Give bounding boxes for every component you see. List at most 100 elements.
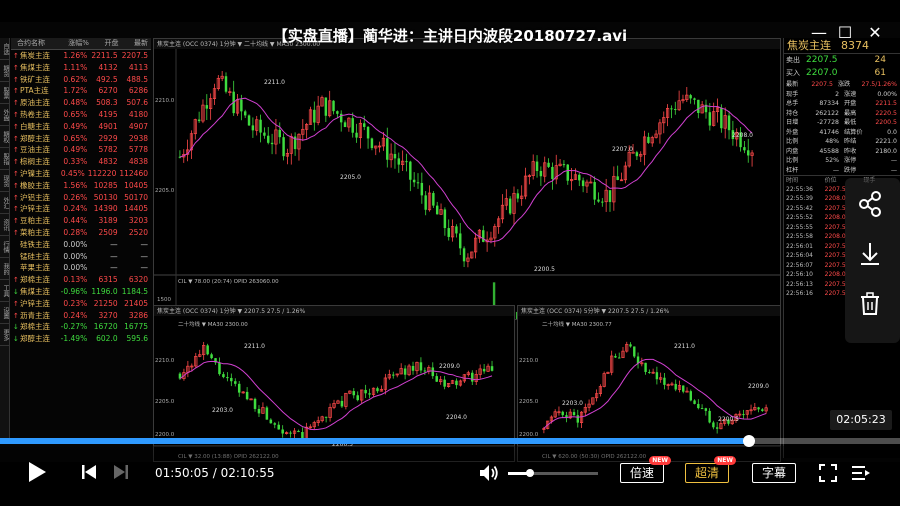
main-candlestick-chart[interactable]: 2211.0 2200.5 2205.0 2208.0 2207.0 2210.0 2205… bbox=[154, 39, 781, 320]
volume-slider[interactable] bbox=[508, 469, 598, 477]
left-tab[interactable]: 更多 bbox=[0, 324, 10, 346]
left-tab[interactable]: 设置 bbox=[0, 302, 10, 324]
watchlist-row[interactable]: 硅铁主连 0.00% — — bbox=[11, 239, 151, 251]
watchlist-row[interactable]: ↑焦炭主连 1.26% 2211.5 2207.5 bbox=[11, 50, 151, 62]
playlist-icon[interactable] bbox=[851, 463, 871, 487]
open-price: 1196.0 bbox=[91, 286, 118, 296]
watchlist-row[interactable]: ↑热卷主连 0.65% 4195 4180 bbox=[11, 109, 151, 121]
bid-label: 买入 bbox=[786, 69, 800, 77]
candle-body bbox=[297, 430, 300, 433]
left-tab[interactable]: 外盘 bbox=[0, 104, 10, 126]
quality-button[interactable]: 超清 NEW bbox=[685, 456, 736, 483]
left-tab[interactable]: 我的 bbox=[0, 258, 10, 280]
contract-label: 沪镍主连 bbox=[20, 168, 50, 178]
contract-label: 沪锌主连 bbox=[20, 204, 50, 214]
left-tab[interactable]: 股指 bbox=[0, 148, 10, 170]
minimize-button[interactable]: — bbox=[808, 22, 830, 44]
left-tab[interactable]: 外汇 bbox=[0, 192, 10, 214]
previous-icon[interactable] bbox=[80, 463, 98, 485]
fullscreen-icon[interactable] bbox=[818, 463, 838, 487]
speed-button[interactable]: 倍速 NEW bbox=[620, 456, 671, 483]
progress-bar[interactable] bbox=[0, 435, 900, 447]
watchlist-row[interactable]: ↑沪锌主连 0.24% 14390 14405 bbox=[11, 203, 151, 215]
left-tab[interactable]: 行情 bbox=[0, 236, 10, 258]
stat-value: 48% bbox=[825, 138, 839, 145]
watchlist-row[interactable]: ↑郑棉主连 0.13% 6315 6320 bbox=[11, 274, 151, 286]
watchlist-row[interactable]: 苹果主连 0.00% — — bbox=[11, 262, 151, 274]
candle-body bbox=[697, 403, 700, 409]
volume-handle[interactable] bbox=[525, 469, 534, 477]
watchlist-row[interactable]: ↑沪锌主连 0.23% 21250 21405 bbox=[11, 298, 151, 310]
contract-name: 苹果主连 bbox=[11, 262, 60, 274]
left-tab[interactable]: 资讯 bbox=[0, 214, 10, 236]
download-icon[interactable] bbox=[850, 234, 890, 274]
last-price: 4113 bbox=[128, 62, 148, 72]
watchlist-row[interactable]: ↑菜粕主连 0.28% 2509 2520 bbox=[11, 227, 151, 239]
candle-body bbox=[420, 182, 424, 196]
candle-body bbox=[263, 132, 266, 136]
left-tab[interactable]: 现货 bbox=[0, 170, 10, 192]
tick-time: 22:55:36 bbox=[786, 185, 813, 193]
open-price: 10285 bbox=[93, 180, 118, 190]
last-price: — bbox=[140, 263, 149, 273]
candle-body bbox=[693, 400, 696, 404]
stat-key: 涨停 bbox=[844, 157, 857, 164]
next-icon[interactable] bbox=[112, 463, 130, 485]
left-tab[interactable]: 期权 bbox=[0, 126, 10, 148]
contract-label: 原油主连 bbox=[20, 98, 50, 108]
candle-body bbox=[222, 374, 225, 378]
play-icon[interactable] bbox=[26, 460, 48, 488]
share-icon[interactable] bbox=[850, 184, 890, 224]
watchlist-row[interactable]: 锰硅主连 0.00% — — bbox=[11, 251, 151, 263]
candle-body bbox=[376, 388, 379, 392]
right-label: 2209.0 bbox=[439, 363, 460, 370]
close-button[interactable]: ✕ bbox=[864, 22, 886, 44]
change-percent: 0.28% bbox=[63, 227, 88, 237]
candle-body bbox=[482, 368, 486, 372]
delete-icon[interactable] bbox=[850, 284, 890, 324]
bid-price: 2207.0 bbox=[806, 68, 838, 78]
change-percent: 1.26% bbox=[63, 51, 88, 60]
change-percent: 1.56% bbox=[63, 180, 88, 190]
volume-icon[interactable] bbox=[478, 462, 500, 488]
progress-handle[interactable] bbox=[742, 435, 755, 447]
watchlist-row[interactable]: ↑沪铝主连 0.26% 50130 50170 bbox=[11, 192, 151, 204]
watchlist-row[interactable]: ↑郑醇主连 0.65% 2929 2938 bbox=[11, 133, 151, 145]
watchlist-row[interactable]: ↑焦煤主连 1.11% 4132 4113 bbox=[11, 62, 151, 74]
last-price: 112460 bbox=[119, 168, 148, 178]
candle-body bbox=[601, 201, 604, 203]
subtitle-button[interactable]: 字幕 bbox=[752, 463, 796, 483]
watchlist-row[interactable]: ↑豆油主连 0.49% 5782 5778 bbox=[11, 144, 151, 156]
candle-body bbox=[443, 379, 446, 387]
candle-body bbox=[648, 371, 651, 373]
ask-row[interactable]: 卖出 2207.5 24 bbox=[784, 54, 900, 67]
candle-body bbox=[370, 138, 374, 149]
watchlist-row[interactable]: ↑白糖主连 0.49% 4901 4907 bbox=[11, 121, 151, 133]
contract-name: ↑橡胶主连 bbox=[11, 180, 60, 192]
watchlist-row[interactable]: ↑沪镍主连 0.45% 112220 112460 bbox=[11, 168, 151, 180]
bid-row[interactable]: 买入 2207.0 61 bbox=[784, 67, 900, 80]
maximize-button[interactable]: ☐ bbox=[834, 22, 856, 44]
watchlist-row[interactable]: ↑PTA主连 1.72% 6270 6286 bbox=[11, 85, 151, 97]
left-tab[interactable]: 期货 bbox=[0, 60, 10, 82]
watchlist-row[interactable]: ↑铁矿主连 0.62% 492.5 488.5 bbox=[11, 74, 151, 86]
watchlist-row[interactable]: ↑原油主连 0.48% 508.3 507.6 bbox=[11, 97, 151, 109]
watchlist-row[interactable]: ↑棕榈主连 0.33% 4832 4838 bbox=[11, 156, 151, 168]
left-tab[interactable]: 股票 bbox=[0, 82, 10, 104]
quote-stat-row: 日增 -27728 最低 2200.5 bbox=[784, 118, 900, 128]
change-percent: 0.65% bbox=[63, 133, 88, 143]
main-chart-panel[interactable]: 焦炭主连 (OCC 0374) 1分钟 ▼ 二十均线 ▼ MA30 2300.0… bbox=[153, 38, 781, 320]
stat-key: 昨结 bbox=[844, 138, 857, 145]
stat-key: 总手 bbox=[786, 100, 799, 107]
watchlist-row[interactable]: ↓郑棉主连 -0.27% 16720 16775 bbox=[11, 321, 151, 333]
candle-body bbox=[700, 408, 704, 410]
watchlist-row[interactable]: ↓焦煤主连 -0.96% 1196.0 1184.5 bbox=[11, 286, 151, 298]
left-tab[interactable]: 工具 bbox=[0, 280, 10, 302]
candle-body bbox=[206, 345, 209, 355]
watchlist-row[interactable]: ↑橡胶主连 1.56% 10285 10405 bbox=[11, 180, 151, 192]
change-percent: 0.33% bbox=[63, 157, 88, 167]
candle-body bbox=[355, 132, 358, 138]
watchlist-row[interactable]: ↑豆粕主连 0.44% 3189 3203 bbox=[11, 215, 151, 227]
watchlist-row[interactable]: ↑沥青主连 0.24% 3270 3286 bbox=[11, 310, 151, 322]
watchlist-row[interactable]: ↓郑醇主连 -1.49% 602.0 595.6 bbox=[11, 333, 151, 345]
